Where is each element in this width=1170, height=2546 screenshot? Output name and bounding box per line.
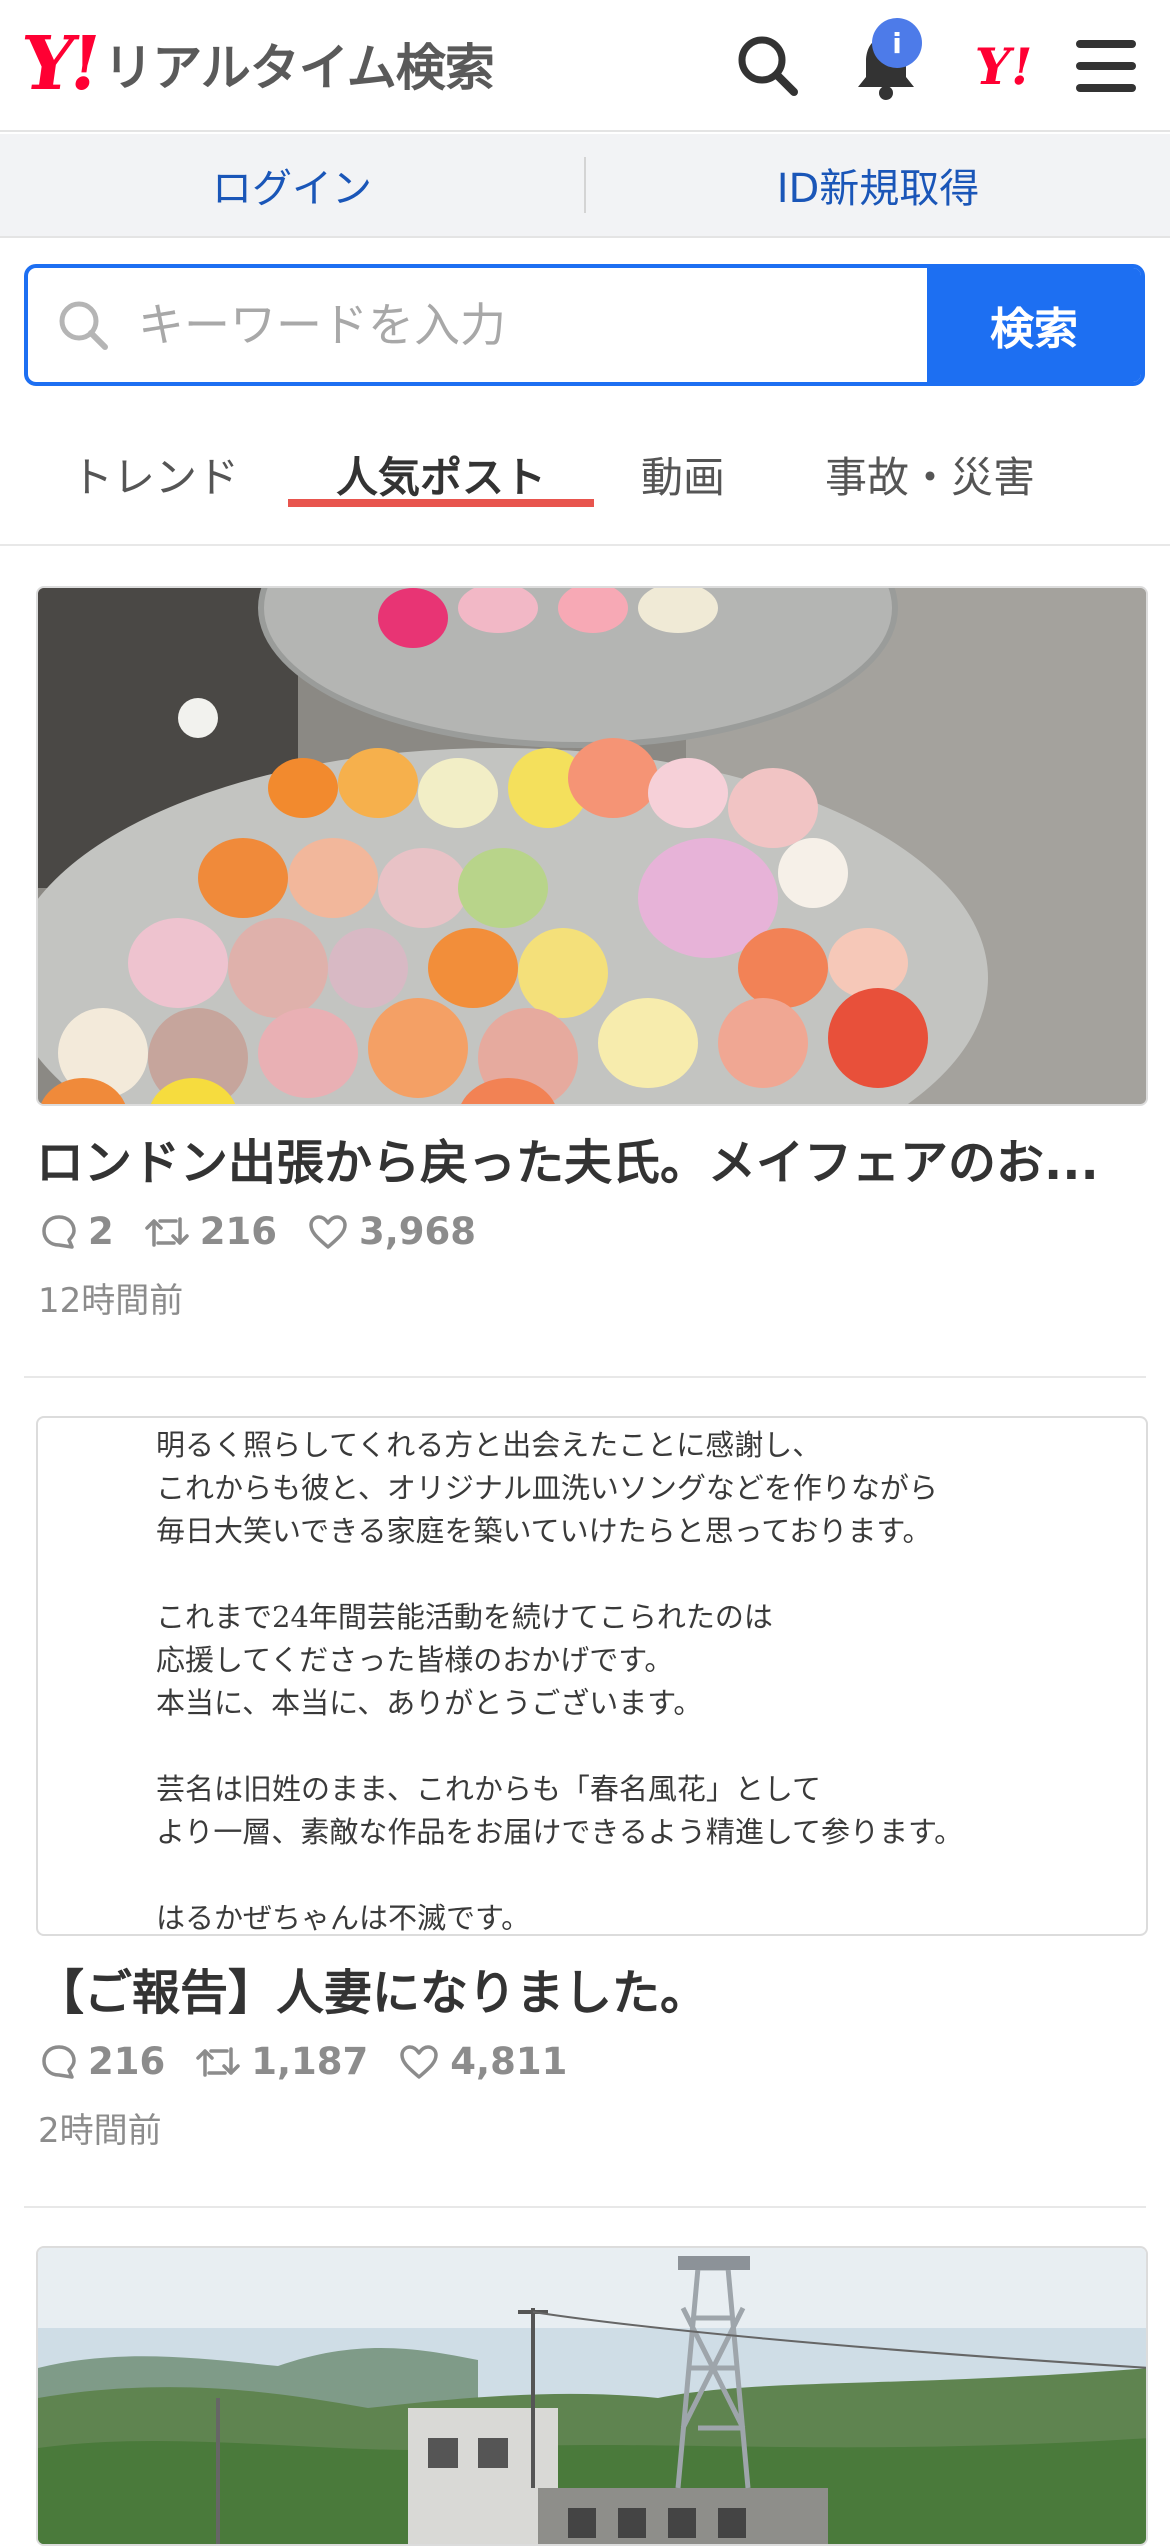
search-form: 検索 — [24, 264, 1145, 386]
post-card[interactable] — [24, 2246, 1148, 2546]
tab-video[interactable]: 動画 — [594, 404, 772, 505]
post-divider — [24, 1376, 1146, 1378]
post-image-text: 明るく照らしてくれる方と出会えたことに感謝し、 これからも彼と、オリジナル皿洗い… — [156, 1428, 964, 1935]
app-header: Y! リアルタイム検索 i Y! — [0, 0, 1170, 132]
signup-link[interactable]: ID新規取得 — [586, 156, 1170, 214]
notification-badge: i — [872, 18, 922, 68]
yahoo-mark-text: Y! — [969, 36, 1039, 96]
site-logo[interactable]: Y! リアルタイム検索 — [16, 21, 495, 107]
post-stats: 216 1,187 4,811 — [40, 2040, 1146, 2083]
repost-icon — [196, 2046, 240, 2077]
search-button[interactable]: 検索 — [927, 268, 1141, 382]
landscape-photo — [38, 2248, 1146, 2544]
post-timestamp: 12時間前 — [38, 1281, 184, 1321]
reply-icon — [42, 1214, 76, 1249]
reply-icon — [42, 2044, 76, 2079]
repost-count[interactable]: 1,187 — [195, 2040, 368, 2083]
flower-photo — [38, 588, 1146, 1104]
reply-count[interactable]: 216 — [40, 2040, 165, 2083]
like-count[interactable]: 4,811 — [398, 2040, 567, 2083]
post-divider — [24, 2206, 1146, 2208]
yahoo-japan-icon[interactable]: Y! — [966, 28, 1042, 104]
reply-count-value: 216 — [88, 2040, 166, 2083]
like-count-value: 3,968 — [358, 1210, 477, 1253]
category-tabs: トレンド 人気ポスト 動画 事故・災害 — [0, 404, 1170, 546]
like-count[interactable]: 3,968 — [307, 1210, 476, 1253]
account-bar: ログイン ID新規取得 — [0, 134, 1170, 238]
tab-accident-disaster[interactable]: 事故・災害 — [790, 404, 1070, 505]
search-icon[interactable] — [730, 28, 806, 104]
reply-count-value: 2 — [88, 1210, 114, 1253]
like-count-value: 4,811 — [450, 2040, 568, 2083]
search-input[interactable] — [138, 268, 927, 382]
login-link[interactable]: ログイン — [0, 156, 584, 214]
post-title[interactable]: 【ご報告】人妻になりました。 — [36, 1958, 1136, 2028]
reply-count[interactable]: 2 — [40, 1210, 114, 1253]
repost-count-value: 216 — [199, 1210, 277, 1253]
yahoo-logo-mark: Y! — [15, 21, 102, 107]
post-stats: 2 216 3,968 — [40, 1210, 1146, 1253]
heart-icon — [309, 1214, 347, 1249]
notification-bell-icon[interactable]: i — [848, 18, 924, 104]
post-image-document[interactable]: 明るく照らしてくれる方と出会えたことに感謝し、 これからも彼と、オリジナル皿洗い… — [36, 1416, 1148, 1936]
heart-icon — [400, 2044, 439, 2079]
tab-popular-posts[interactable]: 人気ポスト — [288, 404, 594, 507]
repost-icon — [145, 1216, 189, 1247]
tab-trend[interactable]: トレンド — [0, 404, 310, 544]
post-timestamp: 2時間前 — [38, 2111, 162, 2151]
post-card[interactable]: 明るく照らしてくれる方と出会えたことに感謝し、 これからも彼と、オリジナル皿洗い… — [24, 1416, 1148, 2152]
site-logo-text: リアルタイム検索 — [103, 39, 494, 97]
repost-count[interactable]: 216 — [144, 1210, 277, 1253]
post-image-flowers[interactable] — [36, 586, 1148, 1106]
post-card[interactable]: ロンドン出張から戻った夫氏。メイフェアのお... 2 216 3,968 12時… — [24, 586, 1148, 1322]
menu-icon[interactable] — [1068, 28, 1144, 104]
search-field-icon — [28, 268, 138, 382]
repost-count-value: 1,187 — [251, 2040, 369, 2083]
post-image-landscape[interactable] — [36, 2246, 1148, 2546]
post-title[interactable]: ロンドン出張から戻った夫氏。メイフェアのお... — [36, 1128, 1136, 1198]
